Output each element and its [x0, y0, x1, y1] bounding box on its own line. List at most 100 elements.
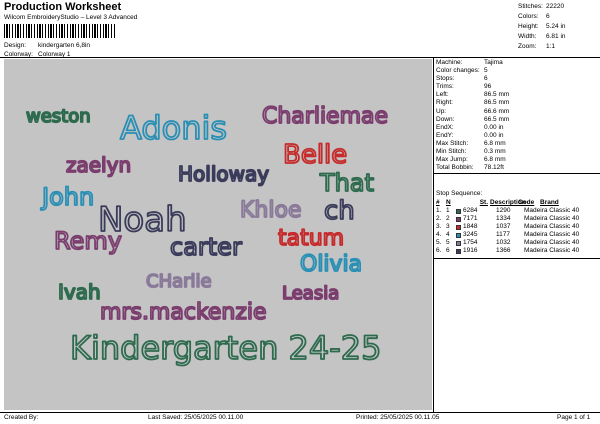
color-swatch-cell: 3245: [456, 231, 496, 239]
stop-row: 4. 4 3245 1177 Madeira Classic 40: [436, 231, 598, 239]
color-swatch: [456, 248, 461, 254]
stat-key: Width:: [518, 33, 537, 40]
header-st: St.: [479, 199, 488, 206]
name-holloway: Holloway: [178, 162, 269, 186]
header-description: Description: [490, 199, 526, 206]
header-n: N: [446, 199, 451, 206]
info-row: Right: 86.5 mm: [436, 99, 598, 107]
stop-row: 6. 6 1916 1366 Madeira Classic 40: [436, 247, 598, 255]
name-tatum: tatum: [278, 226, 344, 251]
color-swatch: [456, 208, 461, 214]
thread-code: 1848: [463, 223, 478, 230]
info-key: Trims:: [436, 83, 454, 91]
worksheet-title: Production Worksheet: [4, 1, 122, 13]
info-value: 6.8 mm: [484, 139, 506, 147]
name-adonis: Adonis: [120, 109, 227, 147]
color-swatch-cell: 7171: [456, 215, 496, 223]
info-divider: [434, 173, 600, 174]
info-value: 86.5 mm: [484, 91, 510, 99]
info-row: Stops: 6: [436, 75, 598, 83]
thread-code: 6284: [463, 207, 478, 214]
name-belle: Belle: [283, 140, 347, 170]
stat-key: Stitches:: [518, 3, 543, 10]
needle-number: 6: [446, 247, 450, 254]
stop-number: 4.: [436, 231, 442, 238]
needle-number: 1: [446, 207, 450, 214]
name-carter: carter: [170, 233, 242, 261]
stop-number: 2.: [436, 215, 442, 222]
info-value: 66.5 mm: [484, 115, 510, 123]
stitch-count: 1032: [496, 239, 511, 246]
thread-code: 1754: [463, 239, 478, 246]
info-key: Down:: [436, 115, 455, 123]
name-charliemae: Charliemae: [262, 104, 388, 129]
info-value: 66.6 mm: [484, 107, 510, 115]
info-value: 6: [484, 75, 488, 83]
color-swatch-cell: 6284: [456, 207, 496, 215]
info-key: Stops:: [436, 75, 455, 83]
info-row: Up: 66.6 mm: [436, 108, 598, 116]
software-name: Wilcom EmbroideryStudio – Level 3 Advanc…: [4, 14, 138, 21]
color-swatch-cell: 1848: [456, 223, 496, 231]
design-value: kindergarten 6,8in: [38, 42, 91, 49]
name-that: That: [319, 169, 374, 197]
info-row: EndY: 0.00 in: [436, 132, 598, 140]
header-code: Code: [518, 199, 535, 206]
needle-number: 4: [446, 231, 450, 238]
info-value: 0.3 mm: [484, 148, 506, 156]
info-row: Trims: 96: [436, 83, 598, 91]
stat-key: Colors:: [518, 13, 539, 20]
color-swatch-cell: 1754: [456, 239, 496, 247]
stop-number: 6.: [436, 247, 442, 254]
name-kindergarten: Kindergarten 24-25: [70, 329, 382, 367]
stop-sequence-header: # N St. Description Code Brand: [436, 199, 598, 207]
stat-value: 1:1: [546, 43, 556, 50]
info-key: Machine:: [436, 59, 463, 66]
name-leasia: Leasia: [282, 283, 339, 304]
color-swatch-cell: 1916: [456, 247, 496, 255]
printed-date: Printed: 25/05/2025 00.11.05: [356, 414, 440, 421]
thread-code: 3245: [463, 231, 478, 238]
info-key: Max Jump:: [436, 156, 468, 164]
stitch-count: 1037: [496, 223, 511, 230]
info-key: Min Stitch:: [436, 148, 467, 156]
thread-brand: Madeira Classic 40: [524, 231, 580, 238]
info-value: 5: [484, 67, 488, 75]
stat-value: 6: [546, 13, 550, 20]
info-key: EndY:: [436, 131, 454, 139]
design-label: Design:: [4, 42, 27, 49]
thread-code: 1916: [463, 247, 478, 254]
color-swatch: [456, 216, 461, 222]
header-hash: #: [436, 199, 440, 206]
stop-sequence-title: Stop Sequence:: [436, 190, 483, 197]
info-row: Down: 66.5 mm: [436, 116, 598, 124]
thread-brand: Madeira Classic 40: [524, 239, 580, 246]
stitch-count: 1177: [496, 231, 510, 238]
stop-row: 5. 5 1754 1032 Madeira Classic 40: [436, 239, 598, 247]
name-khloe: Khloe: [240, 198, 301, 223]
info-row: Total Bobbin: 78.12ft: [436, 164, 598, 172]
stat-key: Zoom:: [518, 43, 537, 50]
created-by: Created By:: [4, 414, 39, 421]
thread-code: 7171: [463, 215, 478, 222]
name-john: John: [40, 183, 94, 211]
stat-value: 22220: [546, 3, 565, 10]
info-key: Total Bobbin:: [436, 164, 474, 172]
machine-info: Machine: Tajima Color changes: 5 Stops: 6 T…: [436, 59, 598, 172]
barcode: [4, 24, 116, 38]
info-key: Color changes:: [436, 67, 480, 75]
stops-divider: [434, 258, 600, 259]
info-value: 0.00 in: [484, 123, 504, 131]
info-key: Up:: [436, 107, 447, 115]
column-divider: [433, 57, 434, 412]
stop-sequence-table: # N St. Description Code Brand 1. 1 6284 12…: [436, 199, 598, 255]
info-value: 96: [484, 83, 492, 91]
stat-value: 5.24 in: [546, 23, 566, 30]
name-ch: ch: [324, 196, 355, 226]
stop-row: 3. 3 1848 1037 Madeira Classic 40: [436, 223, 598, 231]
stitch-count: 1334: [496, 215, 511, 222]
thread-brand: Madeira Classic 40: [524, 247, 580, 254]
thread-brand: Madeira Classic 40: [524, 223, 580, 230]
color-swatch: [456, 224, 461, 230]
info-value: Tajima: [484, 59, 503, 66]
